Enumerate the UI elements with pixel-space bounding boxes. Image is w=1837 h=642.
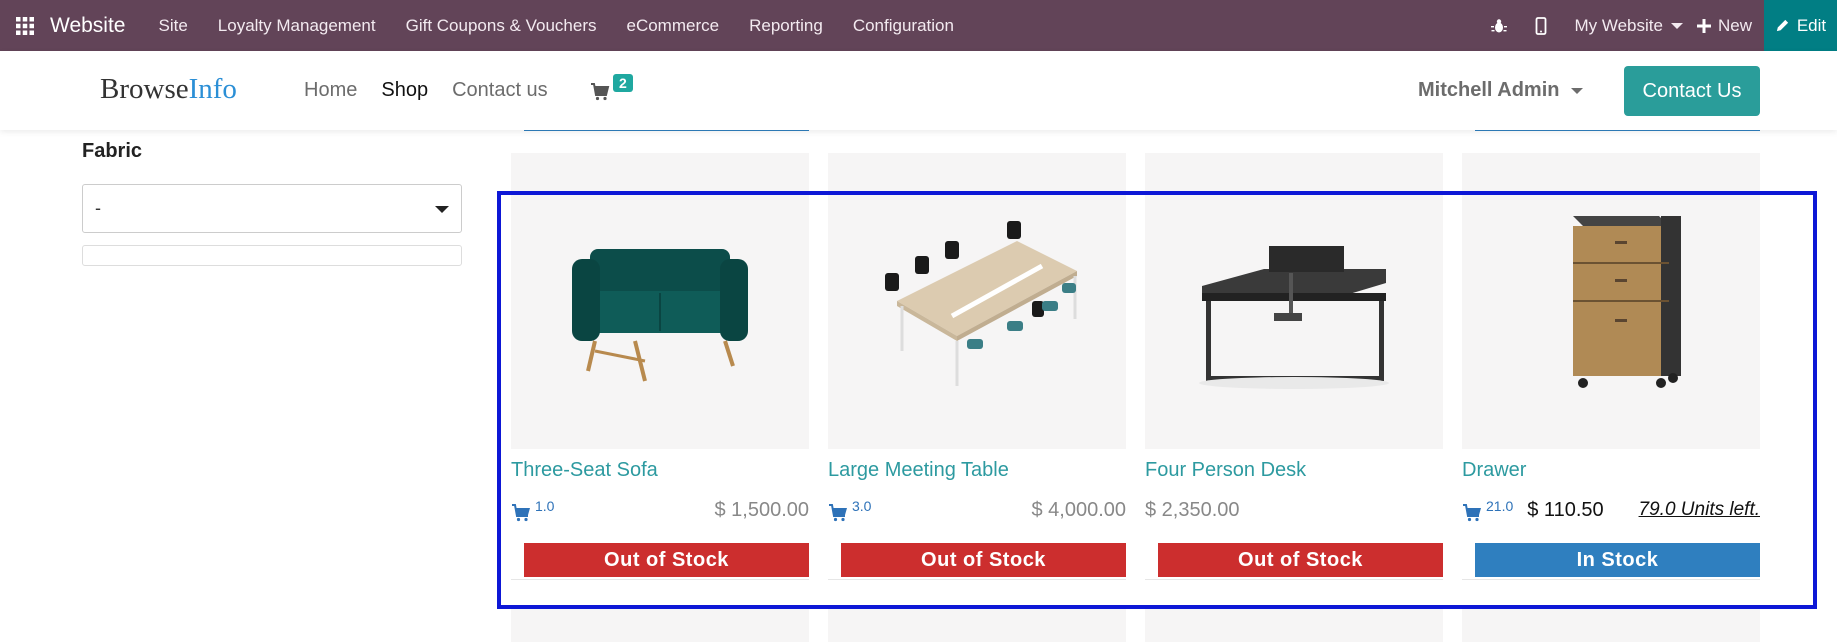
menu-reporting[interactable]: Reporting <box>749 16 823 36</box>
product-cart-quantity[interactable]: 3.0 <box>828 498 871 522</box>
contact-us-button[interactable]: Contact Us <box>1624 66 1760 116</box>
header-cart[interactable]: 2 <box>590 74 633 102</box>
topbar-right: My Website New Edit <box>1478 0 1837 51</box>
product-image[interactable] <box>511 153 809 449</box>
menu-configuration[interactable]: Configuration <box>853 16 954 36</box>
apps-grid-icon[interactable] <box>0 0 50 51</box>
card-divider <box>511 579 809 580</box>
website-header: BrowseInfo Home Shop Contact us 2 Mitche… <box>0 51 1837 130</box>
next-row-product-image[interactable] <box>1462 607 1760 642</box>
product-price: $ 110.50 <box>1527 498 1604 521</box>
logo-text-info: Info <box>188 73 237 105</box>
cart-qty: 3.0 <box>852 498 872 514</box>
bug-icon[interactable] <box>1490 17 1508 35</box>
edit-button[interactable]: Edit <box>1764 0 1837 51</box>
product-price: $ 1,500.00 <box>714 498 809 521</box>
next-row-product-image[interactable] <box>1145 607 1443 642</box>
cart-count-badge: 2 <box>613 74 633 92</box>
product-name[interactable]: Three-Seat Sofa <box>511 459 809 485</box>
drawer-image <box>1573 216 1681 388</box>
product-meta: 21.0 $ 110.50 79.0 Units left. <box>1462 495 1760 525</box>
product-image[interactable] <box>1145 153 1443 449</box>
next-row-product-image[interactable] <box>511 607 809 642</box>
card-divider <box>1145 579 1443 580</box>
product-meta: 1.0 $ 1,500.00 <box>511 495 809 525</box>
product-name[interactable]: Large Meeting Table <box>828 459 1126 485</box>
filter-title-fabric: Fabric <box>82 140 143 162</box>
site-logo[interactable]: BrowseInfo <box>100 73 237 106</box>
fabric-range-field[interactable] <box>82 245 462 266</box>
product-cart-quantity[interactable]: 21.0 <box>1462 498 1513 522</box>
product-card[interactable]: Large Meeting Table 3.0 $ 4,000.00 Out o… <box>828 153 1126 580</box>
product-card[interactable]: Four Person Desk $ 2,350.00 Out of Stock <box>1145 153 1443 580</box>
main-nav: Home Shop Contact us <box>304 79 548 102</box>
chevron-down-icon <box>435 206 449 213</box>
app-brand[interactable]: Website <box>50 14 125 38</box>
chevron-down-icon <box>1670 22 1683 29</box>
stock-status-badge: Out of Stock <box>1158 543 1443 577</box>
nav-home[interactable]: Home <box>304 79 357 102</box>
product-price: $ 4,000.00 <box>1031 498 1126 521</box>
fabric-select[interactable]: - <box>82 184 462 233</box>
new-button-label: New <box>1717 15 1752 35</box>
next-row-product-image[interactable] <box>828 607 1126 642</box>
product-meta: 3.0 $ 4,000.00 <box>828 495 1126 525</box>
nav-contact-us[interactable]: Contact us <box>452 79 548 102</box>
edit-button-label: Edit <box>1796 15 1827 35</box>
product-card[interactable]: Drawer 21.0 $ 110.50 79.0 Units left. In… <box>1462 153 1760 580</box>
menu-ecommerce[interactable]: eCommerce <box>627 16 720 36</box>
product-image[interactable] <box>1462 153 1760 449</box>
units-left-label: 79.0 Units left. <box>1638 499 1760 520</box>
product-name[interactable]: Drawer <box>1462 459 1760 485</box>
meeting-table-image <box>885 221 1077 386</box>
nav-shop[interactable]: Shop <box>381 79 428 102</box>
menu-gift-coupons[interactable]: Gift Coupons & Vouchers <box>406 16 597 36</box>
sofa-image <box>572 249 748 382</box>
product-name[interactable]: Four Person Desk <box>1145 459 1443 485</box>
chevron-down-icon <box>1571 87 1584 94</box>
menu-site[interactable]: Site <box>158 16 187 36</box>
product-meta: $ 2,350.00 <box>1145 495 1443 525</box>
card-divider <box>1462 579 1760 580</box>
product-card[interactable]: Three-Seat Sofa 1.0 $ 1,500.00 Out of St… <box>511 153 809 580</box>
pencil-icon <box>1776 19 1788 32</box>
product-price: $ 2,350.00 <box>1145 498 1240 521</box>
cart-qty: 21.0 <box>1486 498 1514 514</box>
mobile-icon[interactable] <box>1532 16 1550 35</box>
website-selector[interactable]: My Website <box>1574 16 1683 36</box>
logo-text-browse: Browse <box>100 73 189 105</box>
stock-status-badge: Out of Stock <box>524 543 809 577</box>
admin-topbar: Website Site Loyalty Management Gift Cou… <box>0 0 1837 51</box>
cart-icon <box>1463 504 1481 522</box>
website-selector-label: My Website <box>1574 15 1663 35</box>
cart-icon <box>512 504 530 522</box>
user-menu[interactable]: Mitchell Admin <box>1418 79 1584 102</box>
cart-qty: 1.0 <box>535 498 555 514</box>
menu-loyalty-management[interactable]: Loyalty Management <box>218 16 376 36</box>
cart-icon <box>591 83 610 101</box>
user-name: Mitchell Admin <box>1418 79 1560 101</box>
desk-image <box>1199 246 1389 389</box>
product-image[interactable] <box>828 153 1126 449</box>
product-cart-quantity[interactable]: 1.0 <box>511 498 554 522</box>
plus-icon <box>1696 18 1711 33</box>
fabric-select-value: - <box>95 198 101 218</box>
card-divider <box>828 579 1126 580</box>
new-button[interactable]: New <box>1696 15 1752 36</box>
stock-status-badge: Out of Stock <box>841 543 1126 577</box>
cart-icon <box>829 504 847 522</box>
stock-status-badge: In Stock <box>1475 543 1760 577</box>
